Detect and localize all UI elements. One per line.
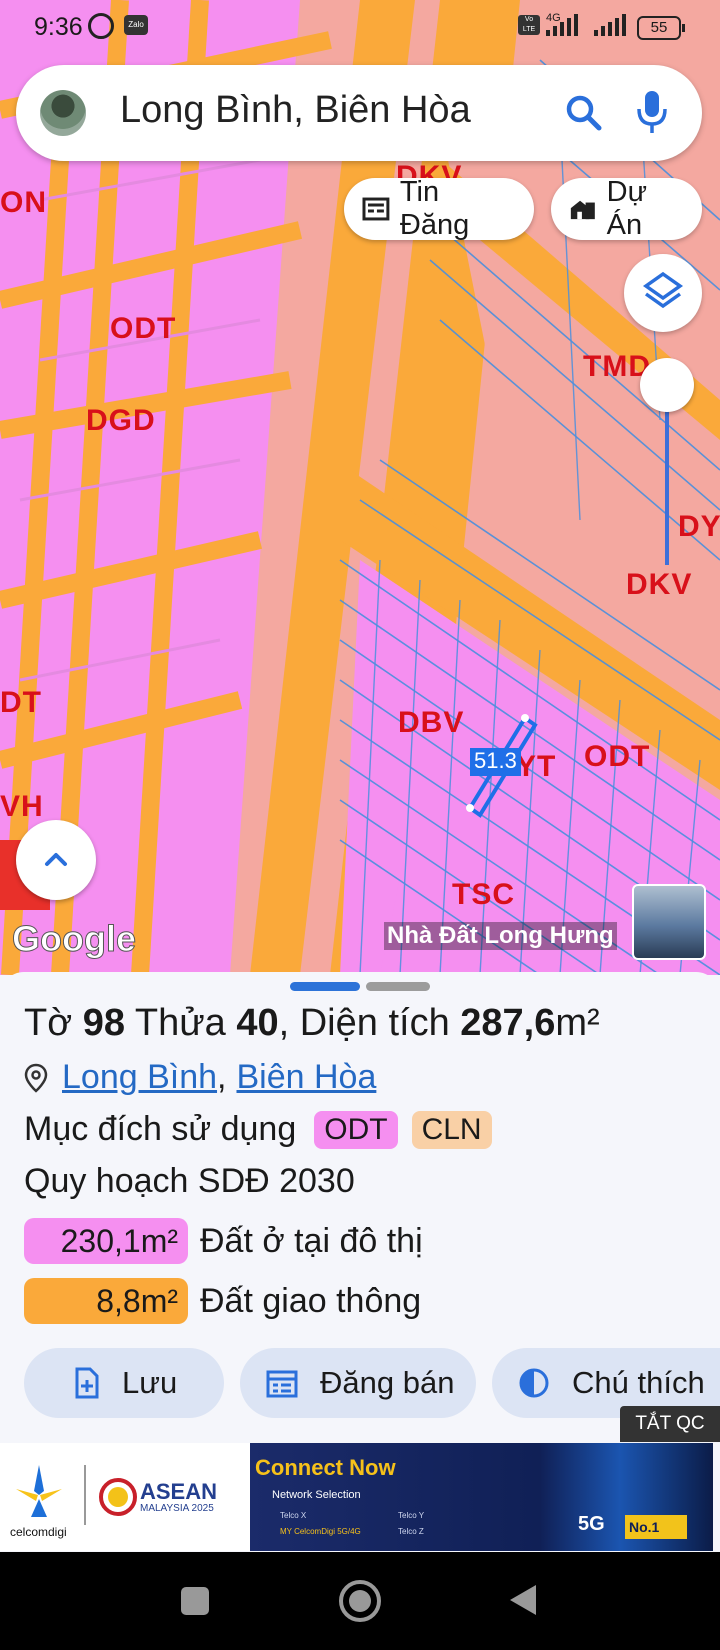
post-button-label: Đăng bán (320, 1365, 455, 1400)
recents-icon[interactable] (178, 1584, 212, 1618)
ad-brand: celcomdigi (10, 1525, 67, 1539)
area-value: 287,6 (460, 1002, 556, 1044)
plan-label: Quy hoạch SDĐ 2030 (24, 1162, 355, 1200)
layers-icon (642, 271, 684, 309)
parcel-number: 40 (236, 1002, 279, 1044)
search-bar[interactable]: Long Bình, Biên Hòa (16, 65, 702, 161)
newspaper-icon (362, 197, 390, 221)
microphone-icon[interactable] (636, 89, 668, 135)
ad-asean: ASEAN (140, 1479, 218, 1504)
celcomdigi-logo-icon (16, 1465, 62, 1517)
location-separator: , (217, 1058, 227, 1096)
plan-area-label: Đất ở tại đô thị (200, 1221, 423, 1260)
map-zone-label: VH (0, 790, 44, 823)
signal-icon (546, 14, 578, 36)
parcel-label: Thửa (134, 1002, 226, 1044)
plan-area-value: 8,8m² (24, 1278, 188, 1324)
map-zone-label: DBV (398, 706, 465, 739)
close-ad-button[interactable]: TẮT QC (620, 1406, 720, 1442)
clock: 9:36 (34, 13, 83, 41)
ad-operator: Telco Z (398, 1527, 424, 1536)
home-icon[interactable] (337, 1578, 383, 1624)
system-nav-bar (0, 1552, 720, 1650)
purpose-label: Mục đích sử dụng (24, 1110, 297, 1148)
map-zone-label: DKV (626, 568, 693, 601)
file-add-icon (75, 1367, 99, 1399)
plan-area-value: 230,1m² (24, 1218, 188, 1264)
area-label: , Diện tích (278, 1002, 450, 1044)
location-pin-icon (24, 1063, 48, 1093)
ad-headline: Connect Now (255, 1455, 396, 1480)
ad-network-selection: Network Selection (272, 1489, 361, 1501)
plan-area-row: 8,8m² Đất giao thông (24, 1278, 421, 1324)
ad-banner[interactable]: celcomdigi ASEAN MALAYSIA 2025 Connect N… (0, 1443, 713, 1551)
sheet-label: Tờ (24, 1002, 73, 1044)
chevron-up-icon (45, 853, 67, 866)
ad-operator: MY CelcomDigi 5G/4G (280, 1527, 361, 1536)
signal-icon (594, 14, 626, 36)
search-query[interactable]: Long Bình, Biên Hòa (120, 89, 471, 132)
map-zone-label: DGD (86, 404, 156, 437)
chip-label: Tin Đăng (399, 176, 470, 241)
land-use-purpose: Mục đích sử dụng ODT CLN (24, 1110, 492, 1149)
search-icon[interactable] (564, 93, 604, 133)
plan-area-row: 230,1m² Đất ở tại đô thị (24, 1218, 423, 1264)
chip-label: Dự Án (606, 176, 648, 241)
expand-sheet-button[interactable] (16, 820, 96, 900)
save-button[interactable]: Lưu (24, 1348, 224, 1418)
ad-no1-badge: No.1 (625, 1515, 687, 1539)
chip-listings[interactable]: Tin Đăng (344, 176, 534, 241)
map-zone-label: TSC (452, 878, 515, 911)
calendar-list-icon (266, 1370, 298, 1398)
layers-button[interactable] (624, 254, 702, 332)
opacity-slider-handle[interactable] (640, 358, 694, 412)
ward-link[interactable]: Long Bình (62, 1058, 217, 1097)
map-zone-label: DT (0, 686, 42, 719)
chip-projects[interactable]: Dự Án (551, 176, 702, 241)
building-icon (570, 200, 595, 220)
map-zone-label: YT (516, 750, 557, 783)
battery-icon: 55 (637, 16, 685, 40)
purpose-badge-odt[interactable]: ODT (314, 1110, 398, 1149)
map-zone-label: ODT (110, 312, 177, 345)
avatar[interactable] (40, 90, 86, 136)
plan-area-label: Đất giao thông (200, 1281, 422, 1320)
ad-asean-sub: MALAYSIA 2025 (140, 1503, 214, 1514)
alarm-icon (88, 13, 114, 39)
zalo-notification-icon: Zalo (124, 15, 148, 35)
parcel-title: Tờ 98 Thửa 40, Diện tích 287,6m² (24, 1002, 600, 1045)
legend-button-label: Chú thích (572, 1365, 705, 1400)
ad-divider (84, 1465, 86, 1525)
city-link[interactable]: Biên Hòa (236, 1058, 376, 1097)
map-zone-label: ODT (584, 740, 651, 773)
google-logo: Google (12, 918, 137, 960)
map-credit: Nhà Đất Long Hưng (384, 922, 617, 950)
sheet-handle[interactable] (290, 982, 360, 991)
ad-operator: Telco X (280, 1511, 307, 1520)
screen: ON DKV ODT DGD TMD DY DKV DT DBV YT ODT … (0, 0, 720, 1650)
map-zone-label: ON (0, 186, 47, 219)
save-button-label: Lưu (122, 1365, 178, 1400)
map-zone-label: DY (678, 510, 720, 543)
status-bar: 9:36 Zalo Vo LTE 4G 55 (0, 0, 720, 52)
ad-operator: Telco Y (398, 1511, 425, 1520)
post-for-sale-button[interactable]: Đăng bán (240, 1348, 476, 1418)
ad-5g-badge: 5G (578, 1513, 605, 1535)
parcel-measurement-label: 51.3 (470, 748, 521, 776)
parcel-location: Long Bình, Biên Hòa (24, 1058, 376, 1097)
sheet-number: 98 (82, 1002, 125, 1044)
sheet-handle-secondary[interactable] (366, 982, 430, 991)
street-view-thumbnail[interactable] (632, 884, 706, 960)
asean-emblem-icon (99, 1478, 137, 1516)
area-unit: m² (555, 1002, 600, 1044)
volte-icon: Vo LTE (518, 15, 540, 35)
back-icon[interactable] (506, 1582, 540, 1618)
contrast-icon (519, 1368, 549, 1398)
opacity-slider-track[interactable] (665, 385, 669, 565)
purpose-badge-cln[interactable]: CLN (411, 1110, 492, 1149)
